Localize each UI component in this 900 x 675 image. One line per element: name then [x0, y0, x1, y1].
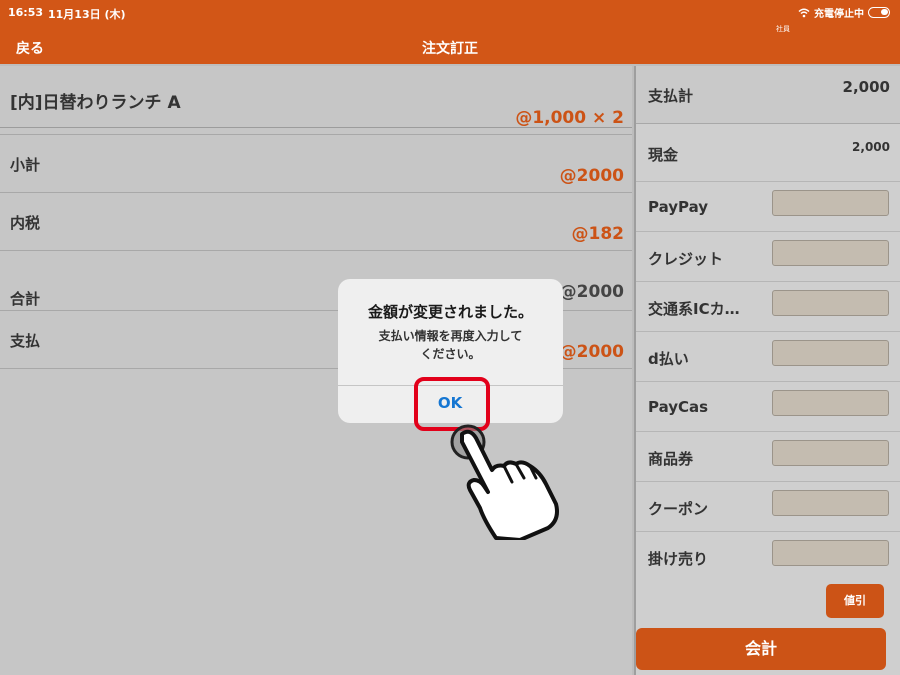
credit-sale-amount-field[interactable] — [772, 540, 889, 566]
subtotal-label: 小計 — [10, 156, 41, 174]
payment-total-value: 2,000 — [842, 78, 890, 96]
payment-total-label: 支払計 — [648, 87, 694, 105]
status-indicators: 充電停止中 — [798, 5, 890, 20]
charging-status: 充電停止中 — [814, 9, 864, 20]
credit-amount-field[interactable] — [772, 240, 889, 266]
cash-row[interactable]: 現金 2,000 — [636, 126, 900, 182]
payment-method-label: 交通系ICカ… — [648, 300, 740, 318]
subtotal-value: @2000 — [559, 166, 624, 186]
status-time: 16:53 — [8, 6, 44, 19]
gift-voucher-amount-field[interactable] — [772, 440, 889, 466]
payment-method-label: d払い — [648, 350, 689, 368]
discount-button[interactable]: 値引 — [826, 584, 884, 618]
wifi-icon — [798, 8, 810, 17]
paid-value: @2000 — [559, 342, 624, 362]
payment-pane: 支払計 2,000 現金 2,000 PayPay クレジット 交通系ICカ… … — [634, 66, 900, 675]
payment-method-paycas[interactable]: PayCas — [636, 382, 900, 432]
divider — [0, 192, 632, 193]
d-barai-amount-field[interactable] — [772, 340, 889, 366]
payment-method-credit-sale[interactable]: 掛け売り — [636, 532, 900, 568]
payment-method-paypay[interactable]: PayPay — [636, 182, 900, 232]
pointing-hand-icon — [450, 424, 559, 540]
transit-ic-amount-field[interactable] — [772, 290, 889, 316]
payment-method-label: PayPay — [648, 198, 709, 216]
order-item-row[interactable]: [内]日替わりランチ A @1,000 × 2 — [0, 68, 632, 128]
payment-method-coupon[interactable]: クーポン — [636, 482, 900, 532]
order-item-name: [内]日替わりランチ A — [10, 93, 181, 113]
total-value: @2000 — [559, 282, 624, 302]
page-title: 注文訂正 — [422, 41, 478, 57]
divider — [0, 250, 632, 251]
payment-method-transit-ic[interactable]: 交通系ICカ… — [636, 282, 900, 332]
checkout-button[interactable]: 会計 — [636, 628, 886, 670]
divider — [0, 134, 632, 135]
dialog-message: 支払い情報を再度入力して ください。 — [378, 329, 523, 361]
order-item-price: @1,000 × 2 — [515, 108, 624, 128]
tax-label: 内税 — [10, 214, 41, 232]
battery-icon — [868, 7, 890, 18]
cash-label: 現金 — [648, 146, 679, 164]
top-bar: 16:53 11月13日 (木) 充電停止中 社員 戻る 注文訂正 — [0, 0, 900, 64]
ok-button[interactable]: OK — [420, 394, 480, 414]
payment-method-label: クレジット — [648, 250, 724, 268]
payment-method-label: クーポン — [648, 500, 709, 518]
payment-method-gift-voucher[interactable]: 商品券 — [636, 432, 900, 482]
status-date: 11月13日 (木) — [48, 8, 126, 21]
payment-method-label: PayCas — [648, 398, 709, 416]
payment-method-label: 掛け売り — [648, 550, 709, 568]
payment-method-label: 商品券 — [648, 450, 694, 468]
paypay-amount-field[interactable] — [772, 190, 889, 216]
cash-value: 2,000 — [852, 140, 890, 154]
payment-total-row: 支払計 2,000 — [636, 66, 900, 124]
payment-method-d-barai[interactable]: d払い — [636, 332, 900, 382]
paycas-amount-field[interactable] — [772, 390, 889, 416]
payment-method-credit[interactable]: クレジット — [636, 232, 900, 282]
staff-label: 社員 — [776, 25, 790, 33]
paid-label: 支払 — [10, 332, 41, 350]
coupon-amount-field[interactable] — [772, 490, 889, 516]
tax-value: @182 — [571, 224, 625, 244]
total-label: 合計 — [10, 290, 41, 308]
dialog-title: 金額が変更されました。 — [367, 303, 533, 321]
